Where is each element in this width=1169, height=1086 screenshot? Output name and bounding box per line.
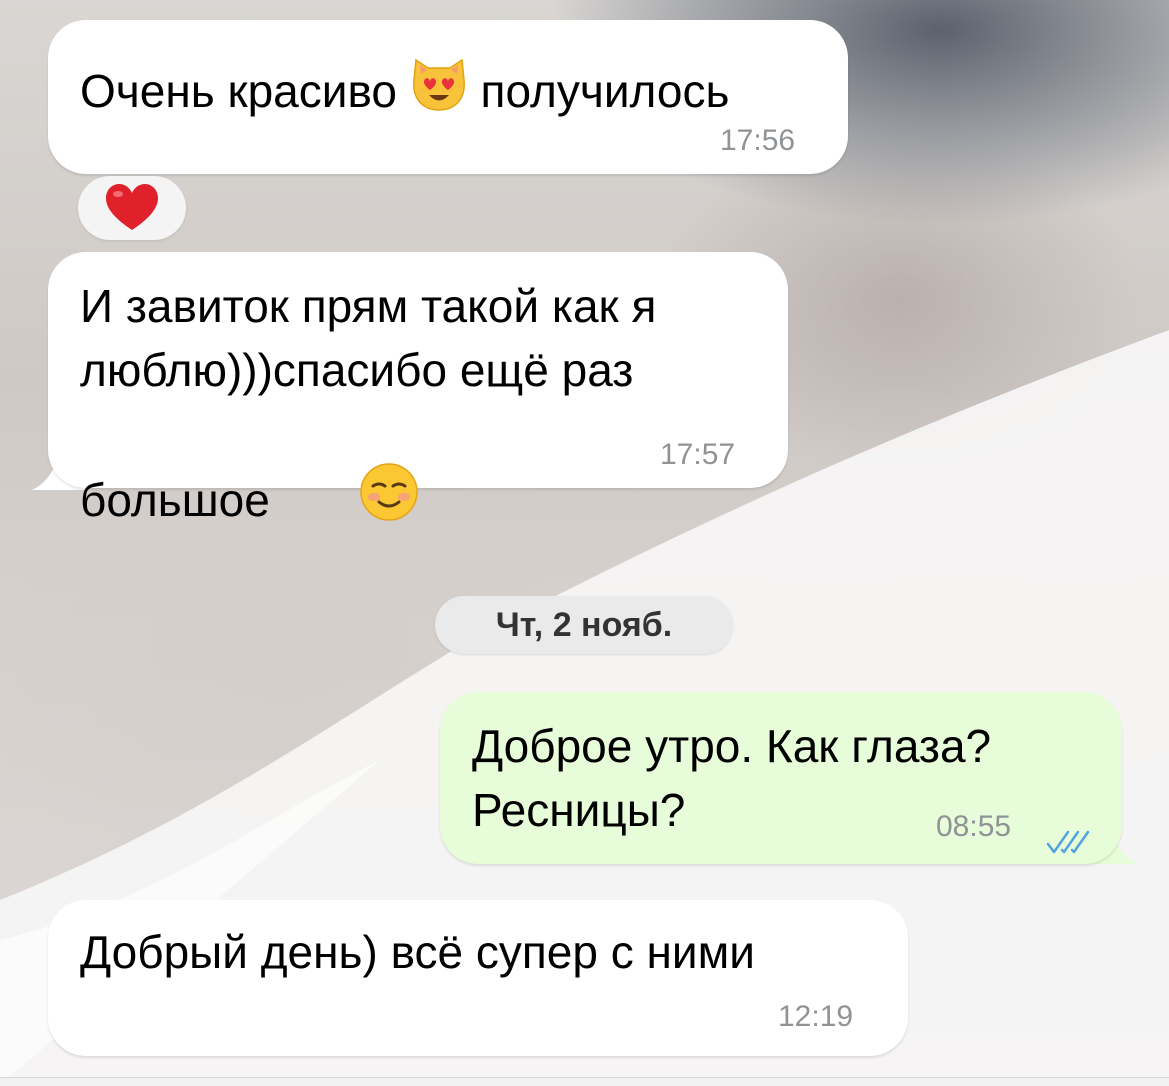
message-text-part: получилось [467,65,730,118]
message-bubble-incoming[interactable]: Очень красиво получилось 17:56 [48,20,848,174]
message-reaction[interactable] [78,176,186,240]
message-text-part: Очень красиво [80,65,410,118]
message-time: 17:57 [660,438,736,471]
message-text: Очень красиво получилось [80,58,729,132]
smiling-face-emoji [283,398,420,602]
red-heart-emoji [106,184,158,230]
date-divider: Чт, 2 нояб. [435,596,733,654]
message-text: Доброе утро. Как глаза? Ресницы? [472,720,992,836]
message-bubble-incoming[interactable]: Добрый день) всё супер с ними 12:19 [48,900,908,1056]
message-text: Добрый день) всё супер с ними [80,926,755,978]
message-time: 08:55 [936,810,1012,843]
read-double-check-icon [1044,810,1096,854]
smiling-cat-heart-eyes-emoji [410,54,468,128]
message-time: 12:19 [778,1000,854,1033]
message-bubble-incoming[interactable]: И завиток прям такой как я люблю)))спаси… [48,252,788,526]
message-bubble-outgoing[interactable]: Доброе утро. Как глаза? Ресницы? 08:55 [440,692,1122,864]
message-time: 17:56 [720,124,796,157]
